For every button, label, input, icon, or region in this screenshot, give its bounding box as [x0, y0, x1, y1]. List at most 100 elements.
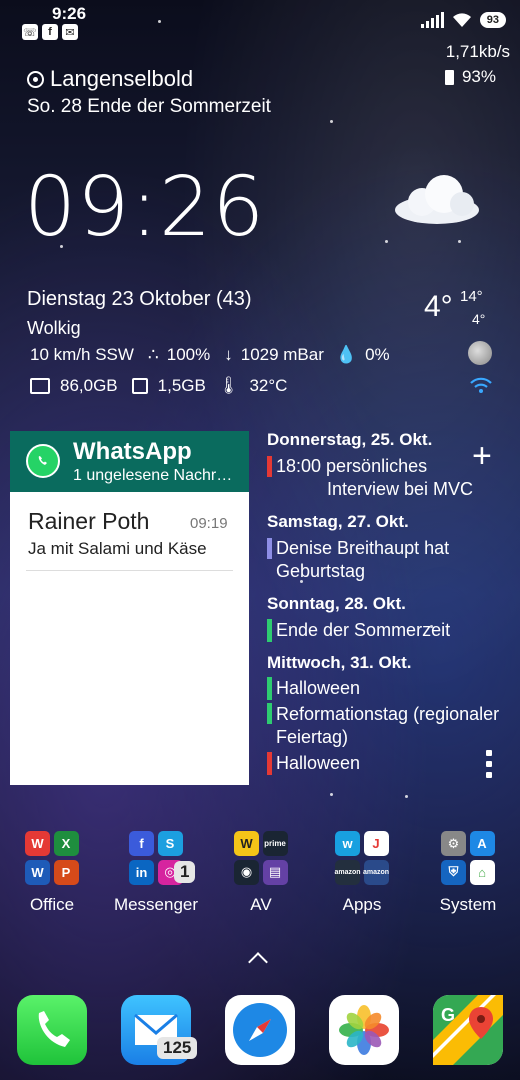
- calendar-event[interactable]: 18:00 persönliches Interview bei MVC: [267, 455, 473, 501]
- calendar-event[interactable]: Halloween: [267, 677, 360, 700]
- memory-icon: [131, 378, 148, 394]
- precipitation-icon: 💧: [335, 345, 358, 364]
- precipitation-text: 0%: [365, 345, 390, 364]
- folder-label: Office: [29, 895, 75, 914]
- folder-label: Messenger: [113, 895, 199, 914]
- wifi-status-icon: [470, 377, 492, 393]
- battery-percent-text: 93%: [461, 67, 496, 86]
- add-event-button[interactable]: +: [472, 437, 492, 476]
- whatsapp-notification-icon: ☏: [22, 24, 38, 40]
- pressure-text: 1029 mBar: [240, 345, 324, 364]
- mail-app-icon[interactable]: 125: [121, 995, 198, 1065]
- maps-app-icon[interactable]: G: [433, 995, 503, 1065]
- battery-readout: 93%: [444, 67, 496, 87]
- calendar-event[interactable]: Denise Breithaupt hat Geburtstag: [267, 537, 449, 583]
- divider: [26, 570, 233, 571]
- folder-office[interactable]: W X W P Office: [0, 831, 107, 915]
- pressure-icon: ↓: [224, 345, 233, 364]
- event-color-bar: [267, 752, 272, 775]
- memory-text: 1,5GB: [157, 376, 206, 395]
- temperature-low: 4°: [472, 311, 486, 327]
- whatsapp-widget-header[interactable]: WhatsApp 1 ungelesene Nachr…: [10, 431, 249, 492]
- weather-details: 10 km/h SSW ∴ 100% ↓ 1029 mBar 💧 0%: [30, 345, 390, 365]
- phone-app-icon[interactable]: [17, 995, 87, 1065]
- whatsapp-unread-count: 1 ungelesene Nachr…: [73, 467, 233, 484]
- location-icon: [27, 70, 44, 88]
- mail-badge: 125: [157, 1037, 198, 1059]
- wifi-icon: [452, 13, 471, 27]
- event-color-bar: [267, 703, 272, 724]
- event-title: 18:00 persönliches: [276, 456, 428, 476]
- event-title: Halloween: [276, 678, 361, 698]
- moon-phase-icon: [468, 341, 492, 365]
- calendar-event[interactable]: Halloween: [267, 752, 360, 775]
- app-drawer-chevron-icon[interactable]: [248, 952, 268, 972]
- notification-badge: 1: [174, 861, 196, 883]
- weather-condition: Wolkig: [27, 318, 81, 338]
- whatsapp-widget[interactable]: WhatsApp 1 ungelesene Nachr… Rainer Poth…: [10, 431, 249, 785]
- network-speed: 1,71kb/s: [445, 42, 510, 61]
- mail-notification-icon: ✉: [62, 24, 78, 40]
- whatsapp-title: WhatsApp: [73, 438, 192, 465]
- location-text: Langenselbold: [50, 66, 194, 91]
- av-folder-icon: W prime ◉ ▤: [234, 831, 288, 885]
- event-color-bar: [267, 619, 272, 642]
- event-title: Reformationstag (regionaler: [276, 704, 500, 724]
- cloud-weather-icon: [395, 175, 479, 224]
- event-title: Denise Breithaupt hat: [276, 538, 450, 558]
- current-temperature: 4°: [424, 290, 453, 323]
- facebook-notification-icon: f: [42, 24, 58, 40]
- message-preview: Ja mit Salami und Käse: [28, 539, 207, 558]
- event-title-cont: Interview bei MVC: [327, 479, 474, 499]
- cpu-temp-text: 32°C: [249, 376, 288, 395]
- svg-text:G: G: [441, 1005, 455, 1025]
- folder-av[interactable]: W prime ◉ ▤ AV: [206, 831, 316, 915]
- event-color-bar: [267, 538, 272, 559]
- humidity-icon: ∴: [147, 345, 159, 364]
- status-time: 9:26: [52, 4, 87, 23]
- storage-icon: [30, 378, 50, 394]
- system-folder-icon: ⚙ A ⛨ ⌂: [441, 831, 495, 885]
- system-stats: 86,0GB 1,5GB 🌡 32°C: [30, 376, 287, 396]
- wind-text: 10 km/h SSW: [30, 345, 134, 364]
- event-title: Halloween: [276, 753, 361, 773]
- storage-text: 86,0GB: [60, 376, 118, 395]
- location[interactable]: Langenselbold: [27, 66, 193, 92]
- office-folder-icon: W X W P: [25, 831, 79, 885]
- calendar-day-header: Mittwoch, 31. Okt.: [267, 653, 412, 672]
- event-title-cont: Feiertag): [276, 727, 349, 747]
- event-color-bar: [267, 677, 272, 700]
- message-time: 09:19: [190, 515, 228, 532]
- clock[interactable]: 09:26: [24, 160, 265, 255]
- whatsapp-logo-icon: [26, 444, 60, 478]
- folder-label: System: [439, 895, 497, 914]
- folder-label: AV: [250, 895, 272, 914]
- calendar-day-header: Donnerstag, 25. Okt.: [267, 430, 433, 449]
- folder-system[interactable]: ⚙ A ⛨ ⌂ System: [413, 831, 520, 915]
- event-title: Ende der Sommerzeit: [276, 620, 451, 640]
- next-event-line[interactable]: So. 28 Ende der Sommerzeit: [27, 96, 271, 118]
- thermometer-icon: 🌡: [217, 376, 240, 395]
- photos-app-icon[interactable]: [329, 995, 399, 1065]
- calendar-day-header: Samstag, 27. Okt.: [267, 512, 409, 531]
- notification-icons: ☏ f ✉: [22, 24, 78, 40]
- temperature-high: 14°: [460, 288, 483, 305]
- folder-apps[interactable]: w J amazon amazon Apps: [307, 831, 417, 915]
- date-line[interactable]: Dienstag 23 Oktober (43): [27, 288, 252, 311]
- battery-small-icon: [444, 69, 454, 85]
- event-color-bar: [267, 456, 272, 477]
- apps-folder-icon: w J amazon amazon: [334, 831, 389, 885]
- event-title-cont: Geburtstag: [276, 561, 366, 581]
- status-right: 93: [420, 12, 506, 28]
- message-sender: Rainer Poth: [28, 508, 150, 534]
- folder-label: Apps: [342, 895, 382, 914]
- more-options-icon[interactable]: [486, 750, 492, 778]
- calendar-event[interactable]: Reformationstag (regionaler Feiertag): [267, 703, 499, 749]
- calendar-day-header: Sonntag, 28. Okt.: [267, 594, 406, 613]
- folder-messenger[interactable]: f S in ◎ Messenger 1: [101, 831, 211, 915]
- signal-icon: [420, 12, 444, 28]
- battery-icon: 93: [479, 12, 506, 28]
- humidity-text: 100%: [166, 345, 211, 364]
- calendar-event[interactable]: Ende der Sommerzeit: [267, 619, 450, 642]
- safari-app-icon[interactable]: [225, 995, 295, 1065]
